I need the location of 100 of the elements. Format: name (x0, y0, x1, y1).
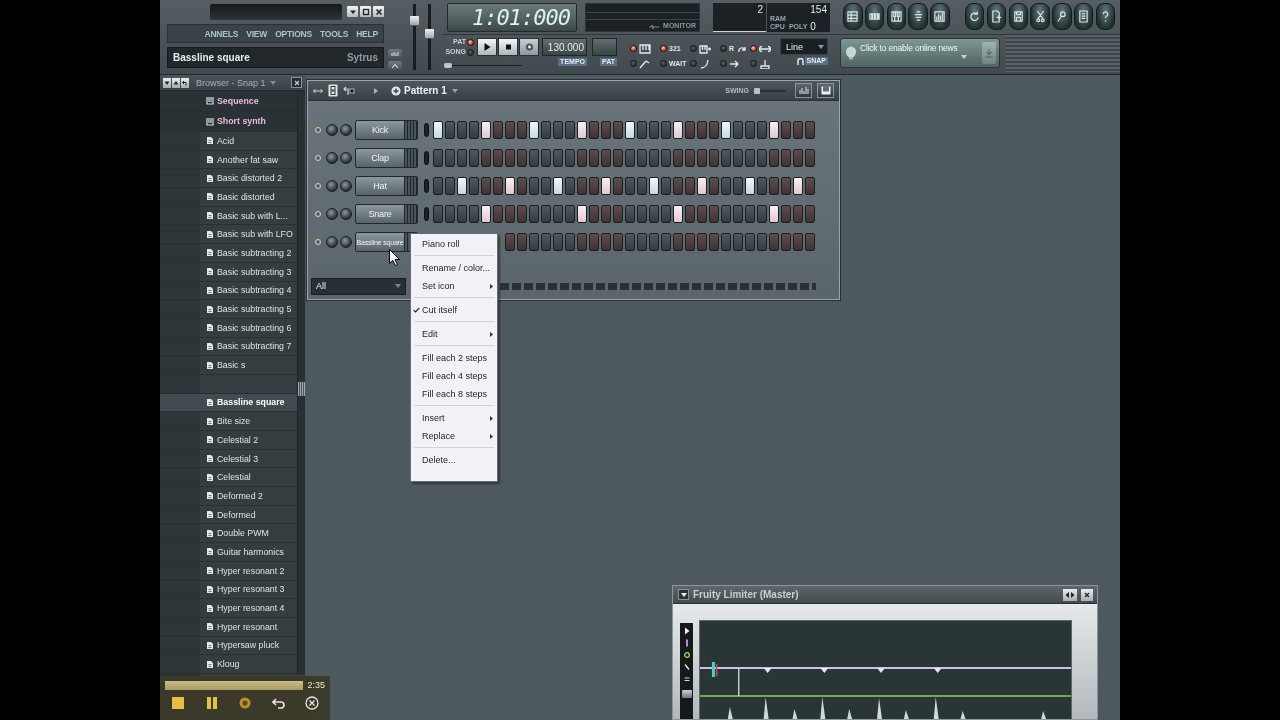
channel-light[interactable] (315, 239, 321, 245)
pan-knob[interactable] (326, 152, 338, 164)
browser-folder[interactable]: Sequence (160, 91, 297, 112)
menu-item[interactable]: HELP (356, 28, 378, 39)
menu-item[interactable]: TOOLS (320, 28, 349, 39)
close-icon[interactable] (305, 696, 319, 710)
preset-item[interactable]: Basic s (160, 356, 297, 375)
select-light[interactable] (424, 207, 429, 221)
menu-item[interactable]: Set icon (411, 277, 497, 295)
toolbar-button[interactable] (908, 3, 928, 30)
menu-item[interactable]: Fill each 4 steps (411, 367, 497, 385)
small-button[interactable] (388, 61, 402, 70)
step-button[interactable] (433, 121, 443, 139)
close-button[interactable] (291, 77, 302, 88)
channel-button[interactable]: Snare (355, 204, 418, 224)
close-button[interactable] (1081, 588, 1093, 601)
record-button[interactable] (519, 38, 539, 56)
toolbar-button[interactable] (1030, 3, 1050, 30)
pattern-display[interactable] (592, 38, 617, 56)
volume-knob[interactable] (340, 152, 352, 164)
menu-item[interactable]: VIEW (246, 28, 268, 39)
volume-knob[interactable] (340, 124, 352, 136)
preset-item[interactable]: Hyper resonant 4 (160, 599, 297, 618)
channel-light[interactable] (315, 211, 321, 217)
undo-icon[interactable] (271, 696, 286, 710)
pan-knob[interactable] (326, 236, 338, 248)
tempo-display[interactable]: 130.000 (542, 38, 587, 56)
step-button[interactable] (553, 177, 563, 195)
menu-item[interactable]: Fill each 2 steps (411, 349, 497, 367)
step-button[interactable] (529, 121, 539, 139)
toolbar-button[interactable] (864, 3, 885, 30)
filter-dropdown[interactable]: All (311, 277, 406, 295)
slider-thumb[interactable] (754, 87, 760, 94)
toolbar-button[interactable] (886, 3, 907, 30)
pan-knob[interactable] (326, 124, 338, 136)
menu-item[interactable]: Cut itself (411, 301, 497, 319)
menu-item[interactable]: OPTIONS (275, 28, 312, 39)
disc-icon[interactable] (238, 696, 252, 710)
preset-item[interactable]: Guitar harmonics (160, 543, 297, 562)
swing-slider[interactable] (754, 87, 786, 94)
minimize-button[interactable] (347, 6, 358, 17)
browser-button[interactable] (181, 77, 189, 88)
menu-item[interactable]: Replace (411, 427, 497, 445)
menu-item[interactable]: Fill each 8 steps (411, 385, 497, 403)
step-button[interactable] (721, 121, 731, 139)
step-button[interactable] (481, 205, 491, 223)
graph-button[interactable] (795, 83, 812, 98)
step-button[interactable] (457, 177, 467, 195)
browser-button[interactable] (172, 77, 180, 88)
menu-item[interactable]: Insert (411, 409, 497, 427)
toolbar-button[interactable] (1052, 3, 1072, 30)
download-button[interactable] (982, 42, 996, 64)
maximize-button[interactable] (360, 6, 371, 17)
menu-item[interactable]: ANNELS (204, 28, 239, 39)
step-button[interactable] (649, 177, 659, 195)
volume-knob[interactable] (340, 180, 352, 192)
channel-light[interactable] (315, 155, 321, 161)
preset-item[interactable]: Basic subtracting 2 (160, 244, 297, 263)
select-light[interactable] (424, 151, 429, 165)
slider-thumb[interactable] (410, 15, 419, 26)
toolbar-button[interactable] (1073, 3, 1094, 30)
toolbar-button[interactable] (1095, 3, 1116, 30)
preset-item[interactable]: Deformed 2 (160, 487, 297, 506)
toolbar-button[interactable] (930, 3, 950, 30)
pattern-selector[interactable]: Pattern 1 (391, 85, 458, 96)
step-button[interactable] (769, 121, 779, 139)
select-light[interactable] (424, 179, 429, 193)
step-button[interactable] (601, 177, 611, 195)
step-button[interactable] (577, 205, 587, 223)
toolbar-button[interactable] (986, 3, 1007, 30)
channel-button[interactable]: Clap (355, 148, 418, 168)
step-button[interactable] (481, 121, 491, 139)
step-button[interactable] (745, 177, 755, 195)
step-button[interactable] (505, 177, 515, 195)
menu-item[interactable]: Rename / color... (411, 259, 497, 277)
volume-knob[interactable] (340, 236, 352, 248)
snap-dropdown[interactable]: Line (780, 38, 828, 55)
stop-button[interactable] (498, 38, 518, 56)
toolbar-button[interactable] (1008, 3, 1029, 30)
step-button[interactable] (697, 177, 707, 195)
step-button[interactable] (577, 121, 587, 139)
step-button[interactable] (673, 121, 683, 139)
menu-button[interactable] (678, 589, 689, 600)
stop-icon[interactable] (171, 696, 185, 710)
step-button[interactable] (625, 121, 635, 139)
channel-button[interactable]: Kick (355, 120, 418, 140)
pause-icon[interactable] (204, 696, 219, 710)
channel-light[interactable] (315, 127, 321, 133)
slider-thumb[interactable] (444, 63, 452, 68)
menu-item[interactable]: Delete... (411, 451, 497, 469)
step-button[interactable] (793, 177, 803, 195)
preset-item[interactable]: Basic subtracting 5 (160, 300, 297, 319)
timeline-bar[interactable] (165, 680, 304, 690)
channel-light[interactable] (315, 183, 321, 189)
menu-item[interactable]: Edit (411, 325, 497, 343)
scrollbar-thumb[interactable] (298, 382, 305, 396)
toolbar-button[interactable] (843, 3, 863, 30)
toolbar-button[interactable] (965, 3, 985, 30)
preset-item[interactable]: Kloug (160, 655, 297, 674)
small-button[interactable] (388, 49, 402, 58)
